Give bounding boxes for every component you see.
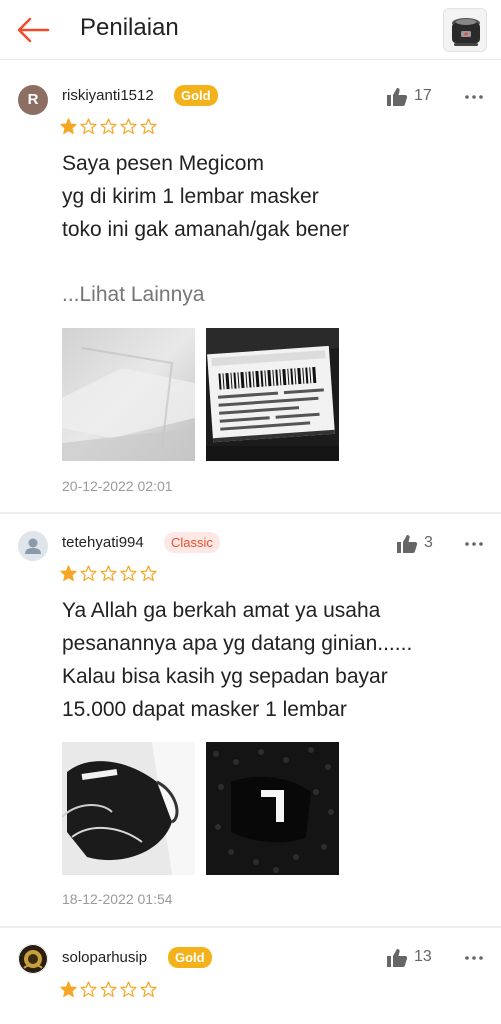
arrow-left-icon (17, 17, 50, 43)
mask-on-fabric-image (206, 742, 339, 875)
review-card: R riskiyanti1512 Gold 17 Saya pesen Megi… (0, 61, 501, 512)
like-button[interactable]: 17 (386, 85, 446, 111)
review-card: tetehyati994 Classic 3 Ya Allah ga berka… (0, 514, 501, 926)
ellipsis-icon (465, 956, 483, 960)
star-empty-icon (100, 565, 117, 581)
see-more-link[interactable]: ...Lihat Lainnya (62, 283, 204, 307)
back-button[interactable] (14, 14, 54, 46)
package-label-image (206, 328, 339, 461)
member-badge: Gold (168, 947, 212, 968)
review-text-line: Saya pesen Megicom (62, 152, 264, 175)
header-bar: Penilaian (0, 0, 501, 60)
star-filled-icon (60, 118, 77, 134)
avatar (18, 944, 48, 974)
ellipsis-icon (465, 542, 483, 546)
star-empty-icon (140, 565, 157, 581)
star-empty-icon (80, 981, 97, 997)
more-options-button[interactable] (461, 87, 487, 107)
reviewer-username: riskiyanti1512 (62, 87, 154, 104)
reviewer-username: soloparhusip (62, 949, 148, 966)
star-rating (60, 565, 157, 585)
reviewer-username: tetehyati994 (62, 534, 144, 551)
default-user-icon (18, 531, 48, 561)
more-options-button[interactable] (461, 948, 487, 968)
review-date: 20-12-2022 02:01 (62, 478, 173, 494)
review-date: 18-12-2022 01:54 (62, 891, 173, 907)
review-text-line: Kalau bisa kasih yg sepadan bayar (62, 665, 388, 688)
thumbs-up-icon (387, 949, 408, 967)
star-empty-icon (120, 118, 137, 134)
rice-cooker-image (444, 9, 486, 51)
member-badge: Classic (164, 532, 220, 553)
like-button[interactable]: 3 (396, 532, 456, 558)
mask-photo-image (62, 328, 195, 461)
more-options-button[interactable] (461, 534, 487, 554)
star-empty-icon (140, 981, 157, 997)
star-empty-icon (80, 565, 97, 581)
star-rating (60, 981, 157, 1001)
star-filled-icon (60, 981, 77, 997)
member-badge: Gold (174, 85, 218, 106)
star-empty-icon (100, 981, 117, 997)
review-text-line: pesanannya apa yg datang ginian...... (62, 632, 413, 655)
like-count: 13 (414, 948, 432, 965)
like-count: 17 (414, 87, 432, 104)
ellipsis-icon (465, 95, 483, 99)
star-empty-icon (120, 565, 137, 581)
review-card: soloparhusip Gold 13 (0, 928, 501, 1024)
review-photo[interactable] (62, 328, 195, 461)
thumbs-up-icon (387, 88, 408, 106)
review-photo[interactable] (206, 328, 339, 461)
star-rating (60, 118, 157, 138)
avatar: R (18, 85, 48, 115)
star-filled-icon (60, 565, 77, 581)
like-count: 3 (424, 534, 433, 551)
star-empty-icon (120, 981, 137, 997)
review-text-line: Ya Allah ga berkah amat ya usaha (62, 599, 381, 622)
review-text: Saya pesen Megicom yg di kirim 1 lembar … (62, 147, 483, 246)
review-photo[interactable] (62, 742, 195, 875)
star-empty-icon (140, 118, 157, 134)
like-button[interactable]: 13 (386, 946, 446, 972)
star-empty-icon (100, 118, 117, 134)
review-text: Ya Allah ga berkah amat ya usaha pesanan… (62, 594, 483, 726)
review-photo[interactable] (206, 742, 339, 875)
review-text-line: yg di kirim 1 lembar masker (62, 185, 319, 208)
star-empty-icon (80, 118, 97, 134)
review-text-line: 15.000 dapat masker 1 lembar (62, 698, 347, 721)
thumbs-up-icon (397, 535, 418, 553)
avatar (18, 531, 48, 561)
black-mask-photo-image (62, 742, 195, 875)
page-title: Penilaian (80, 14, 179, 41)
review-text-line: toko ini gak amanah/gak bener (62, 218, 350, 241)
user-photo-image (18, 944, 48, 974)
product-thumbnail[interactable] (443, 8, 487, 52)
